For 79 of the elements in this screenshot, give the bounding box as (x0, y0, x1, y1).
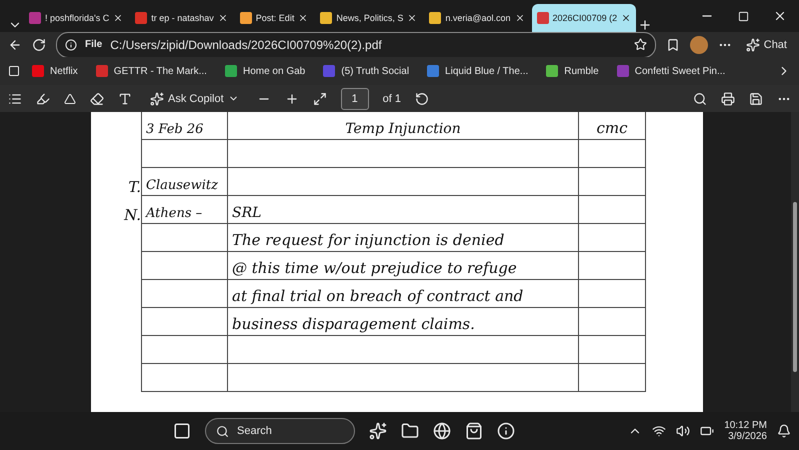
table-cell (578, 168, 646, 196)
battery-icon[interactable] (700, 424, 714, 438)
bookmark-link[interactable]: Netflix (26, 65, 84, 77)
close-icon[interactable] (407, 13, 418, 23)
bookmark-link[interactable]: Home on Gab (218, 65, 312, 77)
save-icon[interactable] (749, 92, 763, 106)
taskbar-search-field[interactable]: Search (205, 418, 355, 444)
address-bar[interactable]: File C:/Users/zipid/Downloads/2026CI00709%20(2).pdf (56, 32, 656, 58)
star-icon[interactable] (634, 38, 647, 51)
bookmark-link[interactable]: GETTR - The Mark... (90, 65, 213, 77)
handwritten-text: The request for injunction is denied (232, 231, 504, 249)
page-number-field[interactable]: 1 (340, 88, 369, 110)
browser-tab[interactable]: Post: Edit (234, 4, 314, 32)
bookmark-link[interactable]: (5) Truth Social (317, 65, 416, 77)
maximize-icon[interactable] (738, 9, 749, 23)
browser-tab[interactable]: n.veria@aol.con (424, 4, 530, 32)
wifi-icon[interactable] (652, 424, 666, 438)
highlight-icon[interactable] (36, 92, 50, 106)
eraser-icon[interactable] (90, 92, 104, 106)
handwritten-text: N. (124, 206, 141, 224)
browser-icon[interactable] (433, 422, 451, 440)
chat-button[interactable]: Chat (742, 36, 791, 54)
url-text: C:/Users/zipid/Downloads/2026CI00709%20(2).pdf (110, 38, 383, 52)
browser-tab[interactable]: 2026CI00709 (2 (532, 4, 636, 32)
table-cell (578, 336, 646, 364)
bookmark-link[interactable]: Liquid Blue / The... (421, 65, 534, 77)
handwritten-text: cmc (596, 119, 628, 137)
handwritten-text: at final trial on breach of contract and (232, 287, 524, 305)
close-icon[interactable] (514, 13, 525, 23)
table-cell (578, 364, 646, 392)
close-icon[interactable] (621, 13, 632, 23)
search-icon (216, 424, 229, 438)
handwritten-text: Temp Injunction (345, 121, 461, 137)
handwritten-text: SRL (232, 205, 262, 221)
handwritten-text: business disparagement claims. (232, 315, 475, 333)
site-favicon-icon (29, 12, 41, 24)
ask-copilot-button[interactable]: Ask Copilot (146, 90, 243, 108)
print-icon[interactable] (721, 92, 735, 106)
info-icon (65, 38, 77, 50)
scheme-label: File (85, 39, 102, 50)
close-icon[interactable] (298, 13, 308, 23)
folder-icon[interactable] (401, 422, 419, 440)
close-icon[interactable] (773, 9, 787, 23)
bookmark-link[interactable]: Confetti Sweet Pin... (610, 65, 732, 77)
close-icon[interactable] (218, 13, 228, 23)
rotate-icon[interactable] (415, 92, 429, 106)
zoom-in-icon[interactable] (284, 92, 299, 106)
store-icon[interactable] (465, 422, 483, 440)
contents-icon[interactable] (8, 92, 22, 106)
browser-tab[interactable]: News, Politics, S (315, 4, 422, 32)
reload-icon[interactable] (32, 38, 46, 52)
new-tab-icon[interactable] (638, 18, 652, 32)
handwritten-text: @ this time w/out prejudice to refuge (232, 259, 517, 277)
site-favicon-icon (240, 12, 252, 24)
site-favicon-icon (135, 12, 148, 24)
close-icon[interactable] (113, 13, 124, 23)
clock-date: 3/9/2026 (728, 431, 767, 442)
bell-icon[interactable] (777, 424, 791, 438)
sparkle-icon (746, 38, 760, 52)
bookmark-link[interactable]: Rumble (540, 65, 605, 77)
site-favicon-icon (320, 12, 332, 24)
page-count-text: of 1 (382, 92, 401, 104)
clock-time: 10:12 PM (724, 420, 767, 431)
handwritten-text: 3 Feb 26 (146, 122, 204, 137)
site-favicon-icon (536, 12, 549, 24)
browser-tab[interactable]: tr ep - natashav (130, 4, 233, 32)
handwritten-text: Clausewitz (146, 178, 218, 193)
favorites-icon[interactable] (666, 38, 680, 52)
volume-icon[interactable] (676, 424, 690, 438)
handwritten-text: T. (128, 178, 141, 196)
browser-tab[interactable]: ! poshflorida's C (24, 4, 128, 32)
handwritten-text: Athens – (146, 206, 202, 221)
back-icon[interactable] (8, 38, 22, 52)
search-icon[interactable] (693, 92, 707, 106)
site-favicon-icon (429, 12, 442, 24)
sparkle-icon (150, 92, 164, 106)
profile-avatar[interactable] (690, 36, 708, 54)
scrollbar[interactable] (791, 112, 799, 412)
text-icon[interactable] (118, 92, 132, 106)
